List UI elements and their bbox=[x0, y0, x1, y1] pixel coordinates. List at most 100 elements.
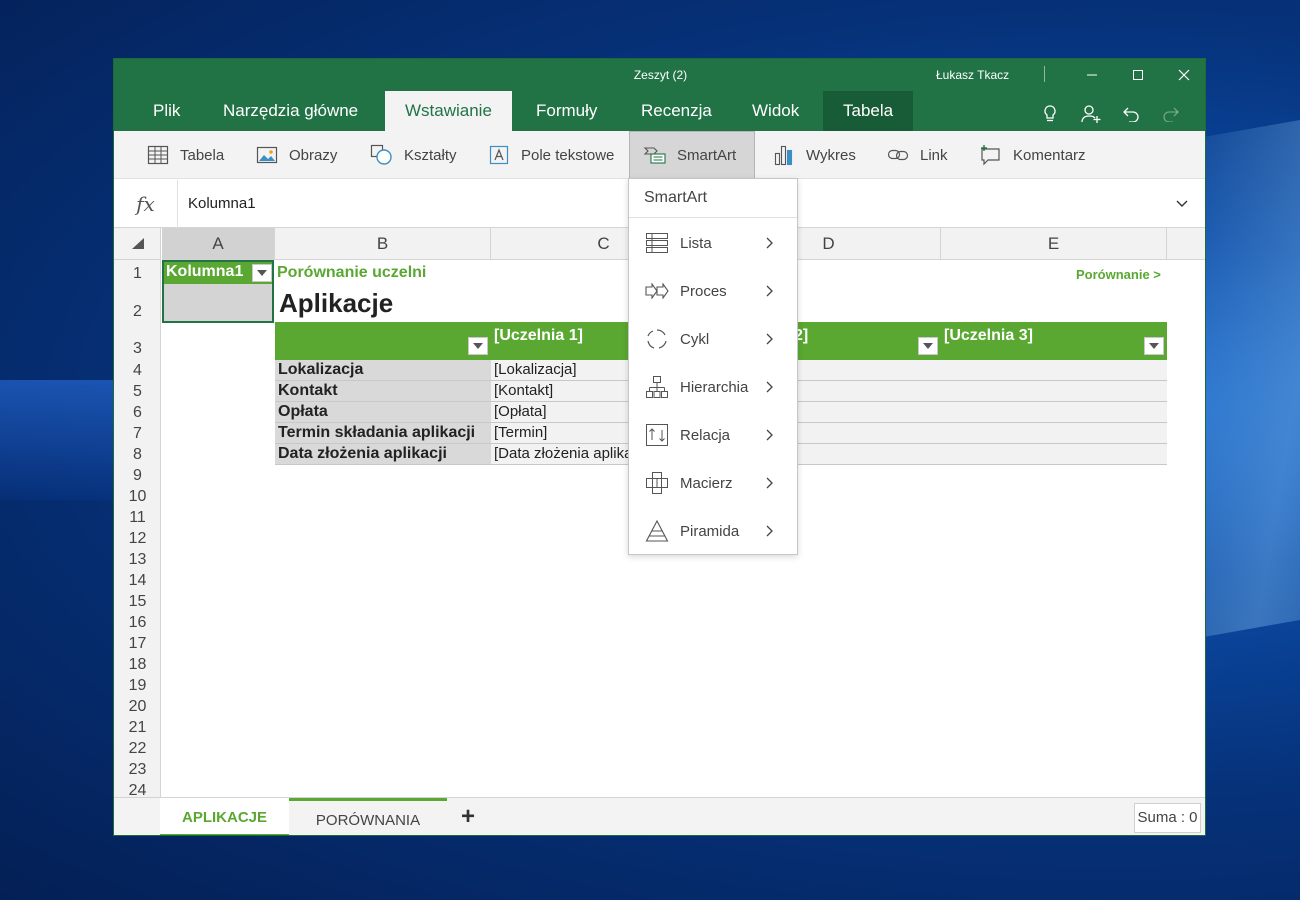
lightbulb-button[interactable] bbox=[1035, 99, 1065, 129]
row-header[interactable]: 22 bbox=[114, 740, 161, 758]
row-header[interactable]: 23 bbox=[114, 761, 161, 779]
smartart-item-proces[interactable]: Proces bbox=[629, 267, 797, 315]
chevron-right-icon bbox=[766, 525, 773, 537]
tab-narzedzia-glowne[interactable]: Narzędzia główne bbox=[203, 91, 378, 131]
maximize-button[interactable] bbox=[1115, 62, 1161, 88]
row-label: Lokalizacja bbox=[275, 360, 491, 380]
a1-value: Kolumna1 bbox=[166, 263, 244, 280]
tab-widok[interactable]: Widok bbox=[732, 91, 819, 131]
insert-link-button[interactable]: Link bbox=[886, 131, 948, 179]
insert-link-label: Link bbox=[920, 146, 948, 164]
fx-icon[interactable]: fx bbox=[114, 180, 178, 228]
filter-dropdown-button[interactable] bbox=[252, 264, 272, 282]
row-header[interactable]: 15 bbox=[114, 593, 161, 611]
insert-table-label: Tabela bbox=[180, 146, 225, 164]
row-header[interactable]: 5 bbox=[114, 383, 161, 401]
selected-cell-a1[interactable]: Kolumna1 bbox=[162, 260, 274, 323]
filter-dropdown-button[interactable] bbox=[918, 337, 938, 355]
row-header[interactable]: 9 bbox=[114, 467, 161, 485]
insert-table-button[interactable]: Tabela bbox=[146, 131, 224, 179]
chart-icon bbox=[772, 143, 796, 167]
close-button[interactable] bbox=[1161, 62, 1205, 88]
maximize-icon bbox=[1133, 70, 1143, 80]
add-sheet-button[interactable]: + bbox=[454, 804, 482, 832]
row-header[interactable]: 16 bbox=[114, 614, 161, 632]
tab-formuly[interactable]: Formuły bbox=[516, 91, 617, 131]
column-header-a[interactable]: A bbox=[162, 228, 275, 260]
smartart-item-lista[interactable]: Lista bbox=[629, 219, 797, 267]
row-fill bbox=[491, 402, 1167, 422]
filter-dropdown-button[interactable] bbox=[1144, 337, 1164, 355]
select-all-corner[interactable] bbox=[114, 228, 161, 260]
row-header[interactable]: 1 bbox=[114, 265, 161, 283]
row-header[interactable]: 19 bbox=[114, 677, 161, 695]
row-header[interactable]: 7 bbox=[114, 425, 161, 443]
smartart-item-macierz[interactable]: Macierz bbox=[629, 459, 797, 507]
chevron-down-icon[interactable] bbox=[1175, 196, 1189, 210]
row-fill bbox=[491, 381, 1167, 401]
smartart-item-hierarchia[interactable]: Hierarchia bbox=[629, 363, 797, 411]
comment-icon bbox=[979, 143, 1003, 167]
redo-button[interactable] bbox=[1156, 99, 1186, 129]
insert-pictures-label: Obrazy bbox=[289, 146, 338, 164]
table-icon bbox=[146, 143, 170, 167]
row-header[interactable]: 24 bbox=[114, 782, 161, 797]
column-header-f[interactable] bbox=[1167, 228, 1205, 260]
insert-comment-button[interactable]: Komentarz bbox=[979, 131, 1086, 179]
tab-recenzja[interactable]: Recenzja bbox=[621, 91, 732, 131]
insert-chart-label: Wykres bbox=[806, 146, 856, 164]
row-header[interactable]: 17 bbox=[114, 635, 161, 653]
row-header[interactable]: 6 bbox=[114, 404, 161, 422]
insert-textbox-button[interactable]: Pole tekstowe bbox=[487, 131, 614, 179]
share-user-icon bbox=[1081, 105, 1101, 123]
row-header[interactable]: 3 bbox=[114, 340, 161, 358]
chevron-right-icon bbox=[766, 333, 773, 345]
smartart-item-piramida[interactable]: Piramida bbox=[629, 507, 797, 555]
user-name[interactable]: Łukasz Tkacz bbox=[936, 68, 1009, 82]
insert-pictures-button[interactable]: Obrazy bbox=[255, 131, 337, 179]
comparison-link[interactable]: Porównanie > bbox=[1076, 267, 1161, 282]
minimize-button[interactable] bbox=[1069, 62, 1115, 88]
picture-icon bbox=[255, 143, 279, 167]
row-header[interactable]: 10 bbox=[114, 488, 161, 506]
smartart-item-relacja[interactable]: Relacja bbox=[629, 411, 797, 459]
smartart-item-cykl[interactable]: Cykl bbox=[629, 315, 797, 363]
row-header[interactable]: 2 bbox=[114, 303, 161, 321]
sheet-tab-aplikacje[interactable]: APLIKACJE bbox=[160, 798, 289, 835]
row-header[interactable]: 13 bbox=[114, 551, 161, 569]
smartart-item-label: Cykl bbox=[680, 330, 710, 348]
tab-plik[interactable]: Plik bbox=[133, 91, 200, 131]
insert-smartart-button[interactable]: SmartArt bbox=[629, 131, 755, 179]
row-fill bbox=[491, 360, 1167, 380]
smartart-item-label: Piramida bbox=[680, 522, 740, 540]
share-button[interactable] bbox=[1076, 99, 1106, 129]
table-header-uczelnia-3: [Uczelnia 3] bbox=[944, 327, 1033, 344]
chevron-right-icon bbox=[766, 381, 773, 393]
sheet-tab-porownania[interactable]: PORÓWNANIA bbox=[289, 798, 447, 835]
tab-tabela[interactable]: Tabela bbox=[823, 91, 914, 131]
row-header[interactable]: 8 bbox=[114, 446, 161, 464]
row-header[interactable]: 21 bbox=[114, 719, 161, 737]
title-separator bbox=[1044, 66, 1045, 82]
column-header-e[interactable]: E bbox=[941, 228, 1167, 260]
row-header[interactable]: 14 bbox=[114, 572, 161, 590]
textbox-icon bbox=[487, 143, 511, 167]
dropdown-arrow-icon bbox=[923, 343, 933, 349]
filter-dropdown-button[interactable] bbox=[468, 337, 488, 355]
row-header[interactable]: 11 bbox=[114, 509, 161, 527]
sheet-heading: Aplikacje bbox=[279, 288, 394, 318]
row-header[interactable]: 4 bbox=[114, 362, 161, 380]
chevron-right-icon bbox=[766, 429, 773, 441]
row-header[interactable]: 12 bbox=[114, 530, 161, 548]
insert-chart-button[interactable]: Wykres bbox=[772, 131, 856, 179]
column-header-b[interactable]: B bbox=[275, 228, 491, 260]
insert-shapes-button[interactable]: Kształty bbox=[370, 131, 457, 179]
row-header[interactable]: 18 bbox=[114, 656, 161, 674]
insert-smartart-label: SmartArt bbox=[677, 146, 737, 164]
tab-wstawianie[interactable]: Wstawianie bbox=[385, 91, 512, 131]
table-header-uczelnia-1: [Uczelnia 1] bbox=[494, 327, 583, 344]
row-value: [Kontakt] bbox=[494, 382, 554, 399]
formula-input[interactable]: Kolumna1 bbox=[188, 195, 256, 212]
undo-button[interactable] bbox=[1116, 99, 1146, 129]
row-header[interactable]: 20 bbox=[114, 698, 161, 716]
